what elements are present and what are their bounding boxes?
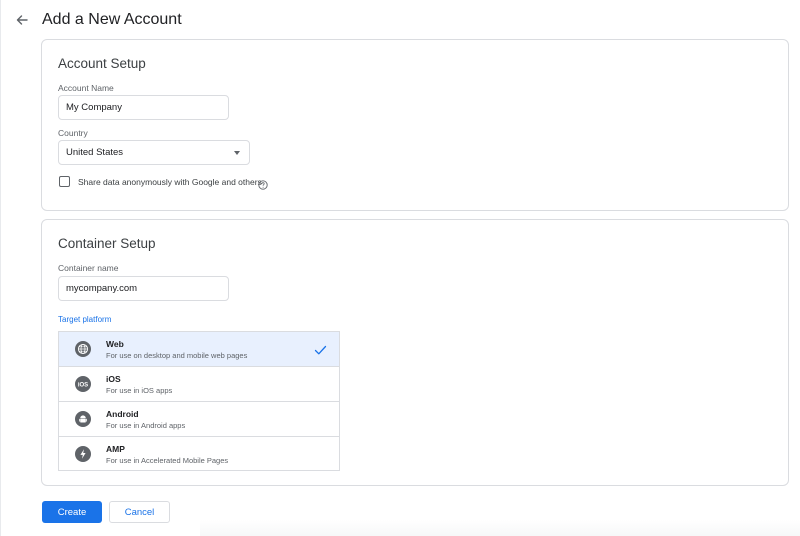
- platform-name: Web: [106, 339, 124, 349]
- share-data-label[interactable]: Share data anonymously with Google and o…: [78, 177, 262, 187]
- container-name-label: Container name: [58, 263, 119, 273]
- help-circle-icon[interactable]: [258, 177, 268, 190]
- android-icon: [75, 411, 91, 427]
- platform-description: For use on desktop and mobile web pages: [106, 351, 248, 360]
- bottom-shade: [200, 520, 800, 536]
- cancel-button[interactable]: Cancel: [109, 501, 170, 523]
- platform-description: For use in Accelerated Mobile Pages: [106, 456, 229, 465]
- container-name-input[interactable]: [58, 276, 229, 301]
- page-header: Add a New Account: [0, 0, 800, 40]
- platform-option-android[interactable]: Android For use in Android apps: [59, 402, 339, 437]
- platform-name: Android: [106, 409, 139, 419]
- country-select[interactable]: United States: [58, 140, 250, 165]
- page-left-border: [0, 0, 1, 536]
- platform-description: For use in iOS apps: [106, 386, 173, 395]
- amp-bolt-icon: [75, 446, 91, 462]
- container-setup-title: Container Setup: [58, 236, 156, 251]
- account-name-input[interactable]: [58, 95, 229, 120]
- ios-icon: iOS: [75, 376, 91, 392]
- platform-option-ios[interactable]: iOS iOS For use in iOS apps: [59, 367, 339, 402]
- platform-option-amp[interactable]: AMP For use in Accelerated Mobile Pages: [59, 437, 339, 472]
- create-button[interactable]: Create: [42, 501, 102, 523]
- arrow-left-icon[interactable]: [13, 11, 31, 29]
- country-select-value: United States: [66, 147, 124, 158]
- account-name-label: Account Name: [58, 83, 114, 93]
- country-label: Country: [58, 128, 88, 138]
- share-data-checkbox[interactable]: [59, 176, 70, 187]
- target-platform-label: Target platform: [58, 315, 112, 324]
- account-setup-title: Account Setup: [58, 56, 146, 71]
- chevron-down-icon: [234, 151, 240, 155]
- platform-description: For use in Android apps: [106, 421, 186, 430]
- platform-name: iOS: [106, 374, 121, 384]
- page-title: Add a New Account: [42, 11, 182, 28]
- account-setup-card: Account Setup Account Name Country Unite…: [41, 39, 789, 211]
- container-setup-card: Container Setup Container name Target pl…: [41, 219, 789, 486]
- globe-icon: [75, 341, 91, 357]
- platform-list: Web For use on desktop and mobile web pa…: [58, 331, 340, 471]
- platform-name: AMP: [106, 444, 125, 454]
- checkmark-icon: [314, 343, 327, 355]
- svg-text:iOS: iOS: [78, 382, 88, 388]
- platform-option-web[interactable]: Web For use on desktop and mobile web pa…: [59, 332, 339, 367]
